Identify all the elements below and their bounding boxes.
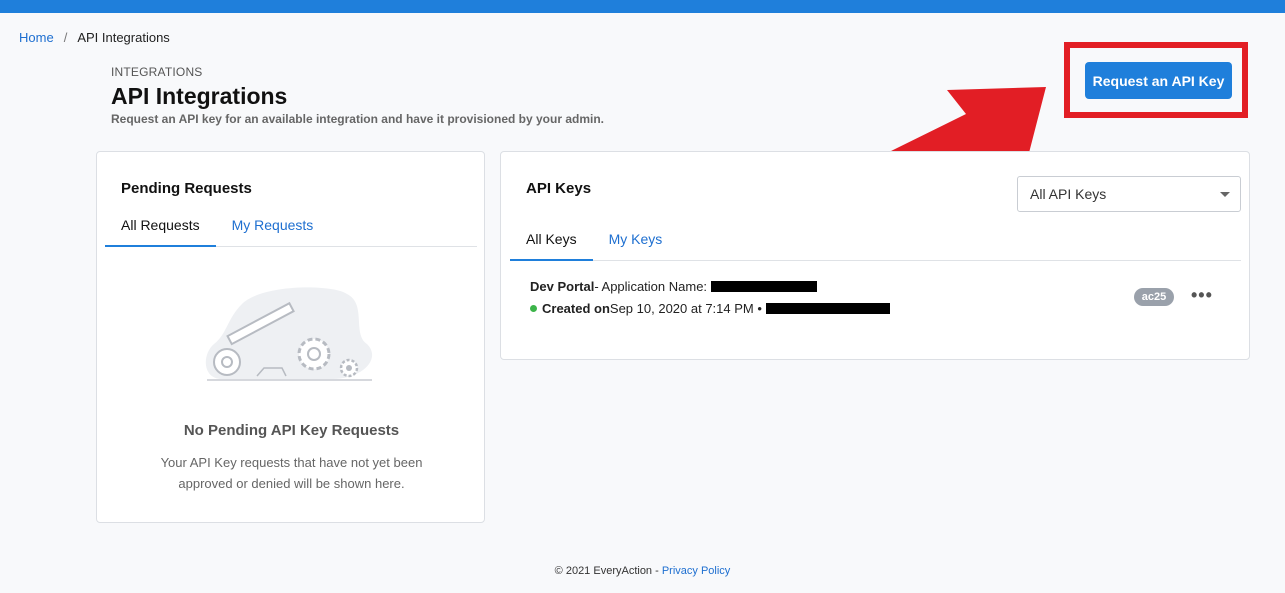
pending-requests-tabs: All Requests My Requests [105, 213, 477, 247]
breadcrumb-current: API Integrations [77, 30, 170, 45]
api-keys-filter-select[interactable]: All API Keys [1017, 176, 1241, 212]
api-key-created-label: Created on [542, 301, 610, 316]
tab-all-keys[interactable]: All Keys [510, 227, 593, 261]
key-gears-illustration-icon [205, 287, 373, 381]
api-key-name: Dev Portal [530, 279, 595, 294]
api-key-item-meta: Created on Sep 10, 2020 at 7:14 PM • [530, 301, 890, 316]
page-eyebrow: INTEGRATIONS [111, 65, 203, 79]
breadcrumb-separator: / [63, 30, 68, 45]
api-keys-tabs: All Keys My Keys [510, 227, 1241, 261]
page-subtitle: Request an API key for an available inte… [111, 112, 605, 126]
tab-my-keys[interactable]: My Keys [593, 227, 679, 260]
breadcrumb: Home / API Integrations [19, 30, 170, 45]
redaction-bar [765, 303, 890, 314]
api-key-app-label: - Application Name: [594, 279, 708, 294]
top-bar [0, 0, 1285, 13]
api-key-item-title[interactable]: Dev Portal - Application Name: [530, 279, 818, 294]
privacy-policy-link[interactable]: Privacy Policy [662, 565, 730, 577]
api-keys-title: API Keys [526, 180, 592, 197]
redaction-bar [711, 281, 818, 292]
empty-state-text: Your API Key requests that have not yet … [160, 455, 423, 491]
pending-requests-card: Pending Requests All Requests My Request… [96, 151, 485, 523]
api-key-tag-badge: ac25 [1134, 288, 1174, 306]
empty-state-title: No Pending API Key Requests [183, 422, 400, 439]
footer-copyright: © 2021 EveryAction - [554, 565, 659, 577]
api-keys-filter-value: All API Keys [1030, 186, 1107, 202]
status-dot-icon [530, 305, 537, 312]
tab-my-requests[interactable]: My Requests [216, 213, 330, 246]
tab-all-requests[interactable]: All Requests [105, 213, 216, 247]
request-api-key-button[interactable]: Request an API Key [1085, 62, 1232, 99]
page-title: API Integrations [111, 83, 288, 109]
breadcrumb-home-link[interactable]: Home [19, 30, 54, 45]
chevron-down-icon [1220, 192, 1230, 197]
footer: © 2021 EveryAction - Privacy Policy [0, 565, 1285, 577]
api-key-created-value: Sep 10, 2020 at 7:14 PM • [609, 301, 762, 316]
pending-requests-title: Pending Requests [121, 180, 252, 197]
api-keys-card: API Keys All API Keys All Keys My Keys D… [500, 151, 1250, 360]
more-options-icon[interactable]: ••• [1191, 285, 1213, 306]
